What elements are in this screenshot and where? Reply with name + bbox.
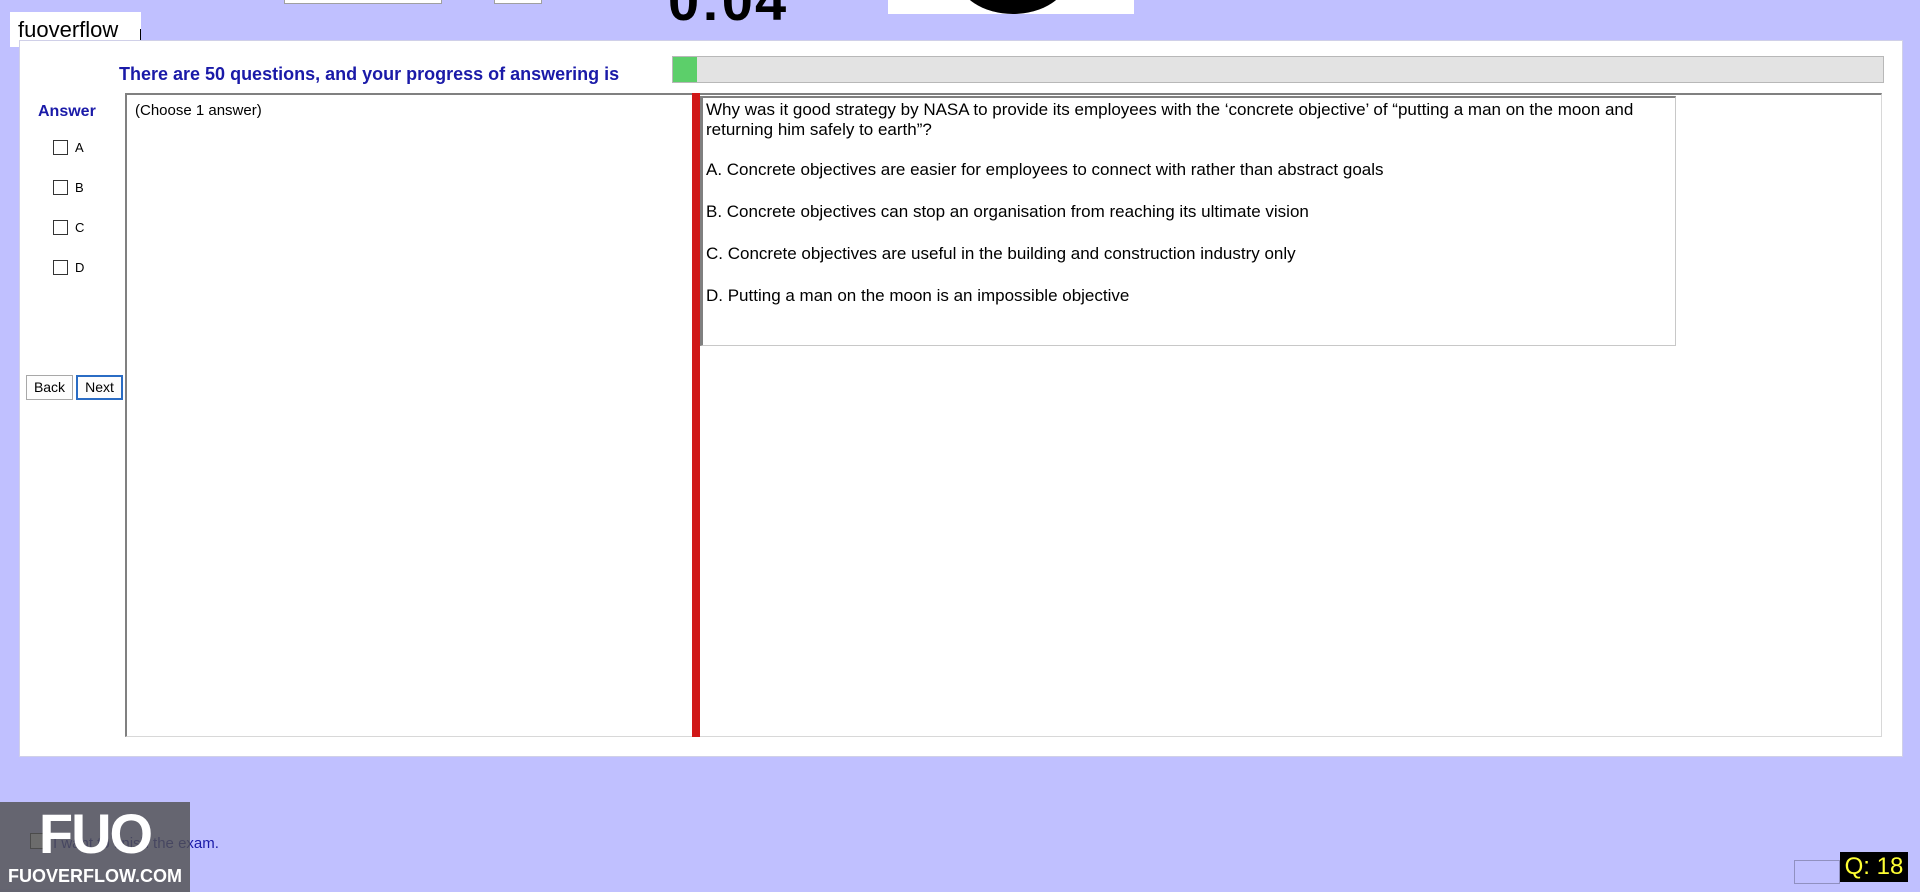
option-label: D — [75, 259, 85, 275]
top-field-1 — [284, 0, 442, 4]
timer-partial: 0:04 — [668, 0, 789, 32]
choice-d: D. Putting a man on the moon is an impos… — [706, 286, 1130, 305]
fuoverflow-logo: FUO FUOVERFLOW.COM — [0, 802, 190, 892]
progress-label: There are 50 questions, and your progres… — [119, 64, 620, 84]
top-image — [888, 0, 1134, 14]
instructions-text: (Choose 1 answer) — [135, 102, 262, 119]
answer-option-b[interactable]: B — [53, 177, 113, 197]
indicator-outline — [1794, 860, 1840, 884]
progress-fill — [673, 57, 698, 82]
progress-bar — [672, 56, 1884, 83]
option-label: C — [75, 219, 85, 235]
option-label: A — [75, 139, 84, 155]
next-button[interactable]: Next — [76, 375, 123, 400]
logo-mark: FUO — [38, 802, 153, 865]
answer-option-d[interactable]: D — [53, 257, 113, 277]
answer-option-a[interactable]: A — [53, 137, 113, 157]
watermark-text: fuoverflow — [18, 17, 119, 42]
option-label: B — [75, 179, 84, 195]
checkbox[interactable] — [53, 179, 68, 195]
checkbox[interactable] — [53, 259, 68, 275]
choice-a: A. Concrete objectives are easier for em… — [706, 160, 1384, 179]
choice-b: B. Concrete objectives can stop an organ… — [706, 202, 1309, 221]
instructions-pane — [125, 93, 692, 737]
top-field-2 — [494, 0, 542, 4]
back-button[interactable]: Back — [26, 375, 73, 400]
logo-text: FUOVERFLOW.COM — [8, 866, 182, 886]
checkbox[interactable] — [53, 219, 68, 235]
question-text: Why was it good strategy by NASA to prov… — [706, 100, 1634, 139]
choice-c: C. Concrete objectives are useful in the… — [706, 244, 1296, 263]
checkbox[interactable] — [53, 139, 68, 155]
answer-option-c[interactable]: C — [53, 217, 113, 237]
pane-splitter[interactable] — [692, 93, 700, 737]
question-indicator: Q: 18 — [1840, 852, 1908, 882]
answer-title: Answer — [38, 103, 96, 120]
